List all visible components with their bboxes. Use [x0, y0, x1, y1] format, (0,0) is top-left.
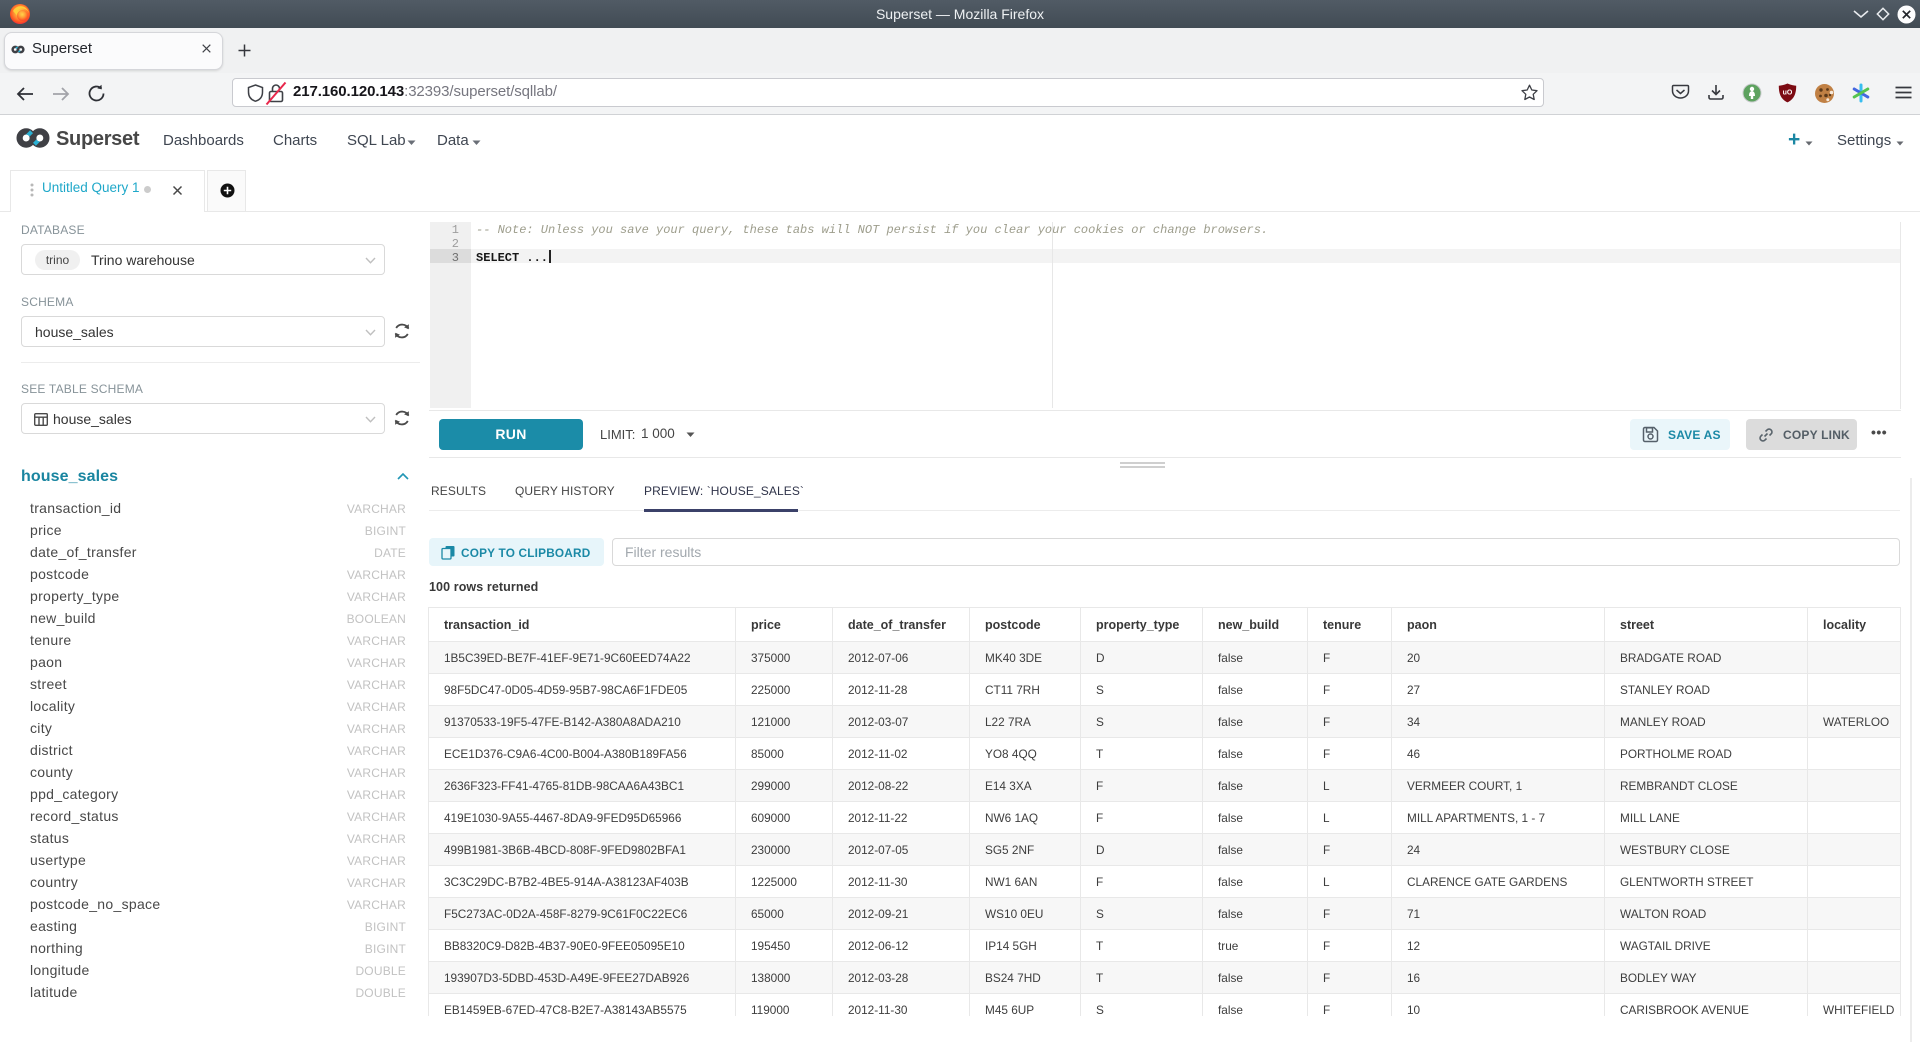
svg-text:uO: uO — [1783, 90, 1793, 97]
